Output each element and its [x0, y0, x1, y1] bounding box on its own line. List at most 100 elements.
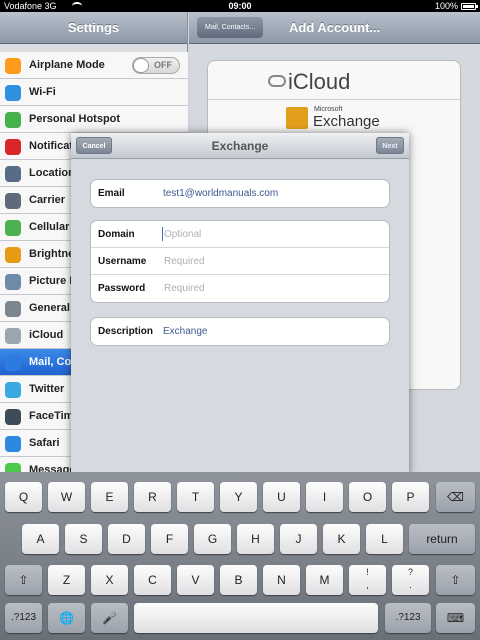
hide-keyboard-key[interactable]: ⌨	[436, 603, 475, 633]
globe-key[interactable]: 🌐	[48, 603, 85, 633]
key-b[interactable]: B	[220, 565, 257, 595]
clock: 09:00	[228, 1, 252, 11]
key-f[interactable]: F	[151, 524, 188, 554]
password-label: Password	[98, 283, 146, 294]
backspace-key[interactable]: ⌫	[436, 482, 475, 512]
gear-icon	[5, 301, 21, 317]
back-button[interactable]: Mail, Contacts...	[197, 17, 263, 38]
settings-item-label: iCloud	[29, 329, 64, 341]
key-j[interactable]: J	[280, 524, 317, 554]
key-v[interactable]: V	[177, 565, 214, 595]
email-row[interactable]: Email test1@worldmanuals.com	[91, 180, 389, 207]
key-x[interactable]: X	[91, 565, 128, 595]
numbers-key-right[interactable]: .?123	[385, 603, 431, 633]
settings-item-label: Carrier	[29, 194, 66, 206]
exchange-modal: Cancel Exchange Next Email test1@worldma…	[71, 133, 409, 475]
settings-item[interactable]: Wi-Fi	[0, 79, 188, 106]
microphone-key[interactable]: 🎤	[91, 603, 128, 633]
key-r[interactable]: R	[134, 482, 171, 512]
domain-field[interactable]: Optional	[164, 221, 201, 248]
space-key[interactable]	[134, 603, 378, 633]
mail-icon	[5, 355, 21, 371]
text-cursor	[162, 227, 163, 241]
microsoft-label: Microsoft	[314, 106, 343, 113]
safari-icon	[5, 436, 21, 452]
shift-key[interactable]: ⇧	[5, 565, 42, 595]
key-d[interactable]: D	[108, 524, 145, 554]
description-field[interactable]: Exchange	[163, 318, 207, 345]
key-m[interactable]: M	[306, 565, 343, 595]
key-g[interactable]: G	[194, 524, 231, 554]
settings-item-label: Airplane Mode	[29, 59, 105, 71]
username-row[interactable]: Username Required	[91, 248, 389, 275]
settings-item-label: General	[29, 302, 70, 314]
key-y[interactable]: Y	[220, 482, 257, 512]
key-t[interactable]: T	[177, 482, 214, 512]
next-button[interactable]: Next	[376, 137, 404, 154]
settings-item-label: Personal Hotspot	[29, 113, 121, 125]
add-account-navbar: Mail, Contacts... Add Account...	[189, 12, 480, 44]
numbers-key[interactable]: .?123	[5, 603, 42, 633]
phone-icon	[5, 193, 21, 209]
icloud-option[interactable]: iCloud	[288, 69, 350, 95]
key-o[interactable]: O	[349, 482, 386, 512]
cellular-icon	[5, 220, 21, 236]
facetime-icon	[5, 409, 21, 425]
key-q[interactable]: Q	[5, 482, 42, 512]
key-question[interactable]: ?.	[392, 565, 429, 595]
key-p[interactable]: P	[392, 482, 429, 512]
exchange-option[interactable]: Exchange	[313, 113, 380, 130]
airplane-mode-toggle[interactable]: OFF	[132, 57, 180, 74]
key-s[interactable]: S	[65, 524, 102, 554]
settings-item-label: Safari	[29, 437, 60, 449]
status-bar: Vodafone 3G 09:00 100%	[0, 0, 480, 12]
modal-title: Exchange	[211, 139, 269, 153]
password-row[interactable]: Password Required	[91, 275, 389, 302]
email-label: Email	[98, 188, 125, 199]
return-key[interactable]: return	[409, 524, 475, 554]
description-label: Description	[98, 326, 154, 337]
settings-item-label: Wi-Fi	[29, 86, 56, 98]
hotspot-icon	[5, 112, 21, 128]
location-icon	[5, 166, 21, 182]
brightness-icon	[5, 247, 21, 263]
battery-percentage: 100%	[434, 1, 458, 11]
settings-item[interactable]: Airplane Mode OFF	[0, 52, 188, 79]
wifi-icon	[5, 85, 21, 101]
divider	[208, 99, 460, 100]
add-account-title: Add Account...	[289, 20, 381, 35]
key-i[interactable]: I	[306, 482, 343, 512]
modal-header: Cancel Exchange Next	[71, 133, 409, 159]
key-w[interactable]: W	[48, 482, 85, 512]
settings-title: Settings	[0, 12, 187, 44]
username-label: Username	[98, 256, 147, 267]
settings-item[interactable]: Personal Hotspot	[0, 106, 188, 133]
domain-row[interactable]: Domain Optional	[91, 221, 389, 248]
key-h[interactable]: H	[237, 524, 274, 554]
key-c[interactable]: C	[134, 565, 171, 595]
settings-item-label: Twitter	[29, 383, 65, 395]
key-l[interactable]: L	[366, 524, 403, 554]
key-e[interactable]: E	[91, 482, 128, 512]
key-a[interactable]: A	[22, 524, 59, 554]
email-group: Email test1@worldmanuals.com	[90, 179, 390, 208]
key-z[interactable]: Z	[48, 565, 85, 595]
toggle-label: OFF	[154, 60, 172, 70]
on-screen-keyboard: Q W E R T Y U I O P ⌫ A S D F G H J K Lreturn ⇧ Z X C V B N M!,?. ⇧.…	[0, 472, 480, 640]
domain-label: Domain	[98, 229, 135, 240]
key-exclamation[interactable]: !,	[349, 565, 386, 595]
key-k[interactable]: K	[323, 524, 360, 554]
notifications-icon	[5, 139, 21, 155]
email-field[interactable]: test1@worldmanuals.com	[163, 180, 278, 207]
icloud-cloud-icon	[268, 75, 286, 87]
battery-icon	[461, 3, 478, 10]
password-field[interactable]: Required	[164, 275, 205, 302]
key-n[interactable]: N	[263, 565, 300, 595]
username-field[interactable]: Required	[164, 248, 205, 275]
shift-key-right[interactable]: ⇧	[436, 565, 475, 595]
description-group: Description Exchange	[90, 317, 390, 346]
key-u[interactable]: U	[263, 482, 300, 512]
toggle-knob	[133, 58, 149, 73]
credentials-group: Domain Optional Username Required Passwo…	[90, 220, 390, 303]
description-row[interactable]: Description Exchange	[91, 318, 389, 345]
